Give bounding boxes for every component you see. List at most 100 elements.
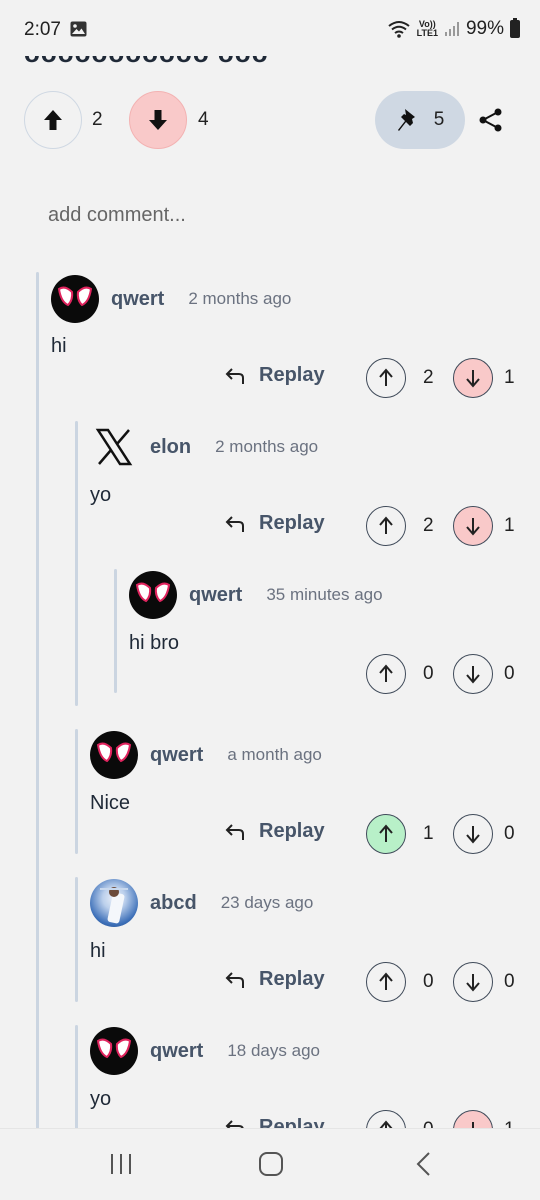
upvote-count: 2: [423, 515, 434, 536]
comment-username[interactable]: elon: [150, 436, 191, 459]
downvote-button[interactable]: [453, 1110, 493, 1128]
back-icon[interactable]: [412, 1151, 438, 1177]
comment: qwert 35 minutes ago hi bro 0 0: [129, 570, 521, 696]
comment-actions: Replay 0 0: [51, 962, 521, 1002]
reply-label: Replay: [259, 1116, 325, 1128]
downvote-button[interactable]: [453, 962, 493, 1002]
arrow-down-icon: [472, 1122, 474, 1128]
reply-label: Replay: [259, 820, 325, 842]
upvote-button[interactable]: [366, 814, 406, 854]
comment-header: qwert 2 months ago: [51, 274, 291, 324]
upvote-button[interactable]: [366, 358, 406, 398]
spider-mask-avatar[interactable]: [90, 1027, 138, 1075]
comment-body: yo: [90, 484, 112, 506]
comment: elon 2 months ago yo Replay 2 1: [90, 422, 521, 548]
reply-button[interactable]: Replay: [225, 820, 325, 843]
upvote-button[interactable]: [366, 1110, 406, 1128]
post-downvote-button[interactable]: [129, 91, 187, 149]
reply-button[interactable]: Replay: [225, 968, 325, 991]
comment-username[interactable]: qwert: [111, 288, 164, 311]
arrow-up-icon: [379, 972, 393, 990]
downvote-count: 1: [504, 515, 515, 536]
comment: qwert a month ago Nice Replay 1 0: [90, 730, 521, 856]
comment: qwert 2 months ago hi Replay 2 1: [51, 274, 521, 400]
upvote-count: 0: [423, 663, 434, 684]
battery-icon: [510, 18, 520, 38]
comment-username[interactable]: qwert: [150, 1040, 203, 1063]
system-nav-bar: [0, 1128, 540, 1200]
reply-button[interactable]: Replay: [225, 512, 325, 535]
status-bar: 2:07 Vo)) LTE1 99%: [0, 0, 540, 60]
downvote-button[interactable]: [453, 506, 493, 546]
downvote-button[interactable]: [453, 814, 493, 854]
comment-timestamp: 35 minutes ago: [266, 585, 383, 604]
add-comment-input[interactable]: add comment...: [48, 204, 186, 227]
arrow-up-icon: [379, 516, 393, 534]
upvote-button[interactable]: [366, 962, 406, 1002]
downvote-count: 1: [504, 367, 515, 388]
comment-actions: Replay 2 1: [51, 506, 521, 546]
comment-actions: 0 0: [51, 654, 521, 694]
pushpin-icon: [397, 109, 415, 131]
reply-button[interactable]: Replay: [225, 1116, 325, 1128]
post-actions: 2 4 5: [24, 91, 516, 149]
downvote-count: 1: [504, 1119, 515, 1128]
pin-count: 5: [433, 109, 445, 130]
comment-actions: Replay 1 0: [51, 814, 521, 854]
post-upvote-count: 2: [92, 109, 103, 130]
home-icon[interactable]: [258, 1151, 284, 1177]
comment-header: elon 2 months ago: [90, 422, 318, 472]
arrow-up-icon: [379, 664, 393, 682]
reply-icon: [225, 1119, 244, 1128]
status-right: Vo)) LTE1 99%: [387, 18, 520, 40]
gallery-icon: [70, 21, 87, 37]
downvote-button[interactable]: [453, 654, 493, 694]
volte-indicator: Vo)) LTE1: [417, 20, 438, 38]
comment-body: yo: [90, 1088, 112, 1110]
recent-apps-icon[interactable]: [108, 1151, 134, 1177]
post-title-clip: ooooooooooo ooo: [0, 56, 540, 66]
comment-username[interactable]: abcd: [150, 892, 197, 915]
comment-actions: Replay 2 1: [51, 358, 521, 398]
post-upvote-button[interactable]: [24, 91, 82, 149]
reply-icon: [225, 823, 244, 840]
share-icon[interactable]: [478, 107, 504, 133]
comment-header: abcd 23 days ago: [90, 878, 313, 928]
post-title: ooooooooooo ooo: [24, 56, 269, 66]
spider-mask-icon: [97, 742, 131, 762]
reply-icon: [225, 367, 244, 384]
comment-timestamp: 2 months ago: [188, 289, 292, 308]
photo-avatar[interactable]: [90, 879, 138, 927]
pin-button[interactable]: 5: [375, 91, 465, 149]
upvote-count: 0: [423, 971, 434, 992]
x-logo-icon: [95, 428, 133, 466]
downvote-count: 0: [504, 663, 515, 684]
spider-mask-avatar[interactable]: [129, 571, 177, 619]
spider-mask-avatar[interactable]: [90, 731, 138, 779]
comment-body: hi: [51, 335, 67, 357]
comment-username[interactable]: qwert: [189, 584, 242, 607]
status-time: 2:07: [24, 19, 61, 40]
downvote-button[interactable]: [453, 358, 493, 398]
reply-button[interactable]: Replay: [225, 364, 325, 387]
upvote-button[interactable]: [366, 654, 406, 694]
spider-mask-icon: [58, 286, 92, 306]
reply-label: Replay: [259, 512, 325, 534]
comment-header: qwert a month ago: [90, 730, 322, 780]
thread-line-level-2: [75, 1025, 78, 1135]
arrow-up-icon: [379, 1120, 393, 1128]
arrow-down-icon: [466, 826, 480, 844]
upvote-button[interactable]: [366, 506, 406, 546]
reply-icon: [225, 515, 244, 532]
comment-body: hi: [90, 940, 106, 962]
reply-label: Replay: [259, 364, 325, 386]
arrow-down-icon: [466, 974, 480, 992]
x-logo-avatar[interactable]: [90, 423, 138, 471]
spider-mask-avatar[interactable]: [51, 275, 99, 323]
comment-username[interactable]: qwert: [150, 744, 203, 767]
arrow-down-icon: [466, 518, 480, 536]
post-downvote-count: 4: [198, 109, 209, 130]
comment-timestamp: a month ago: [227, 745, 322, 764]
downvote-count: 0: [504, 823, 515, 844]
comment-timestamp: 23 days ago: [220, 893, 314, 912]
